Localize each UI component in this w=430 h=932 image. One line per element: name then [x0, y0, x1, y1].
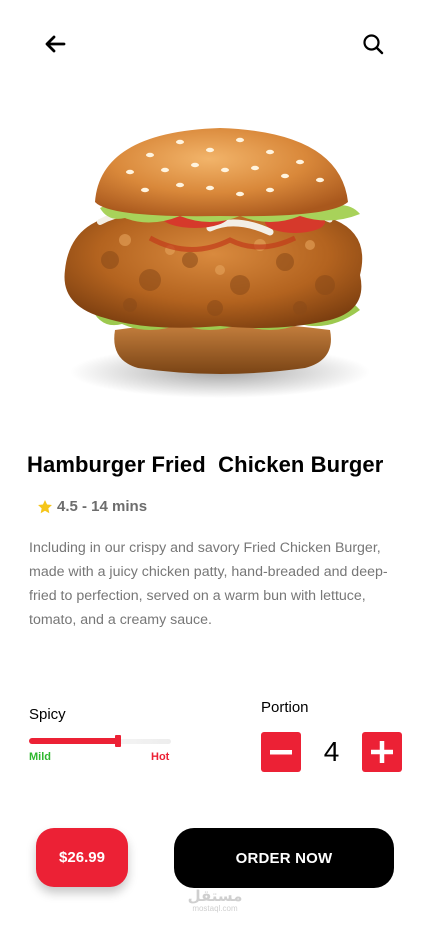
spicy-label: Spicy — [29, 706, 66, 723]
price-button[interactable]: $26.99 — [36, 828, 128, 887]
back-button[interactable] — [39, 28, 71, 60]
search-icon — [363, 34, 384, 55]
watermark-latin: mostaql.com — [192, 904, 238, 913]
portion-label: Portion — [261, 699, 309, 716]
watermark-arabic: مستقل — [187, 887, 243, 905]
rating-text: 4.5 - 14 mins — [57, 498, 148, 515]
spicy-slider[interactable] — [29, 735, 171, 749]
plus-icon — [371, 741, 393, 763]
slider-fill — [29, 738, 118, 744]
arrow-left-icon — [45, 35, 66, 53]
portion-quantity: 4 — [323, 736, 340, 767]
fried-chicken-burger-image — [64, 128, 370, 398]
order-now-button[interactable]: ORDER NOW — [174, 828, 394, 888]
slider-min-label: Mild — [29, 751, 51, 763]
watermark: مستقل mostaql.com — [187, 888, 243, 913]
star-icon — [38, 499, 52, 513]
minus-icon — [270, 750, 292, 755]
slider-max-label: Hot — [151, 751, 170, 763]
slider-thumb[interactable] — [115, 735, 121, 747]
rating-row: 4.5 - 14 mins — [37, 498, 147, 515]
decrease-portion-button[interactable] — [261, 732, 301, 772]
increase-portion-button[interactable] — [362, 732, 402, 772]
product-description: Including in our crispy and savory Fried… — [29, 540, 388, 628]
product-title: Hamburger Fried Chicken Burger — [27, 452, 384, 477]
top-bar — [0, 28, 430, 60]
search-button[interactable] — [357, 28, 389, 60]
